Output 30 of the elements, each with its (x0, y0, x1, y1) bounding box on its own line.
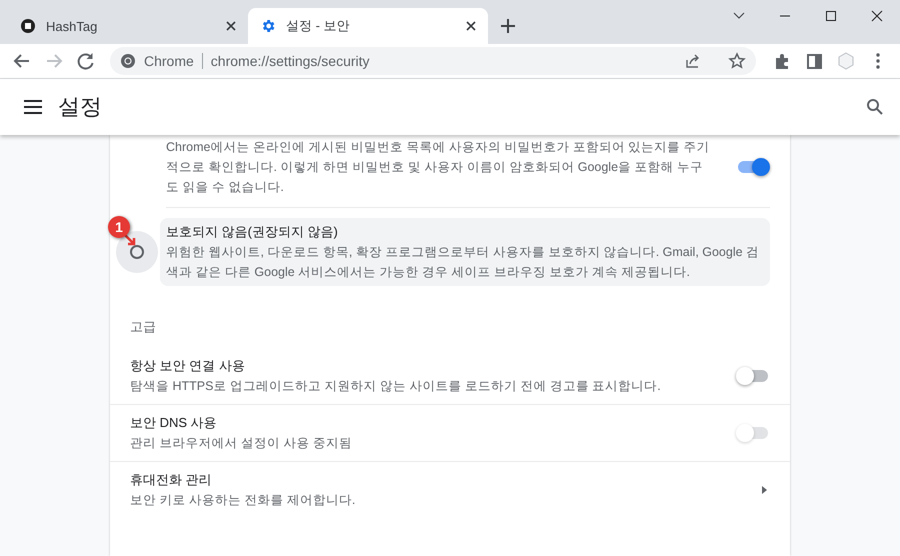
menu-icon[interactable] (24, 100, 42, 114)
option-label: 보호되지 않음(권장되지 않음) (166, 223, 339, 241)
radio-button[interactable] (116, 231, 158, 273)
setting-title: 휴대전화 관리 (130, 471, 213, 489)
option-description: 위험한 웹사이트, 다운로드 항목, 확장 프로그램으로부터 사용자를 보호하지 않습니다. Gmail, Google 검색과 같은 다른 Google 서비스에서는 가능한 경우 세이프 브라우징 보호가 계속 제공됩니다. (166, 244, 760, 281)
browser-tab[interactable]: HashTag (8, 8, 248, 44)
setting-title: 보안 DNS 사용 (130, 414, 218, 432)
search-icon[interactable] (866, 98, 884, 116)
url-text: chrome://settings/security (210, 53, 371, 69)
section-heading: 고급 (129, 318, 157, 336)
close-icon[interactable] (226, 21, 236, 31)
page-title: 설정 (58, 93, 103, 121)
setting-description: 보안 키로 사용하는 전화를 제어합니다. (130, 492, 356, 509)
site-label: Chrome (144, 53, 194, 69)
site-favicon-icon (20, 18, 36, 34)
star-icon[interactable] (728, 52, 746, 70)
address-bar[interactable]: Chrome chrome://settings/security (110, 47, 756, 75)
chrome-logo-icon (120, 53, 136, 69)
arrow-icon (122, 232, 138, 248)
setting-description: 탐색을 HTTPS로 업그레이드하고 지원하지 않는 사이트를 로드하기 전에 경고를 표시합니다. (130, 378, 662, 395)
callout-badge: 1 (108, 216, 130, 238)
gear-icon (260, 18, 276, 34)
radio-option[interactable]: 보호되지 않음(권장되지 않음) 위험한 웹사이트, 다운로드 항목, 확장 프로그램으로부터 사용자를 보호하지 않습니다. Gmail, Google 검색과 같은 다른 Google 서비스에서는 가능한 경우 세이프 브라우징 보호가 계속 제공됩니다. (160, 218, 770, 286)
setting-description: 관리 브라우저에서 설정이 사용 중지됨 (130, 435, 353, 452)
browser-tab[interactable]: 설정 - 보안 (248, 8, 488, 44)
toggle-switch[interactable] (736, 365, 770, 387)
setting-title: 항상 보안 연결 사용 (130, 357, 246, 375)
setting-description: Chrome에서는 온라인에 게시된 비밀번호 목록에 사용자의 비밀번호가 포함되어 있는지를 주기적으로 확인합니다. 이렇게 하면 비밀번호 및 사용자 이름이 암호화되어 Google을 포함해 누구도 읽을 수 없습니다. (166, 139, 711, 196)
close-icon[interactable] (466, 21, 476, 31)
toggle-switch[interactable] (736, 156, 770, 178)
